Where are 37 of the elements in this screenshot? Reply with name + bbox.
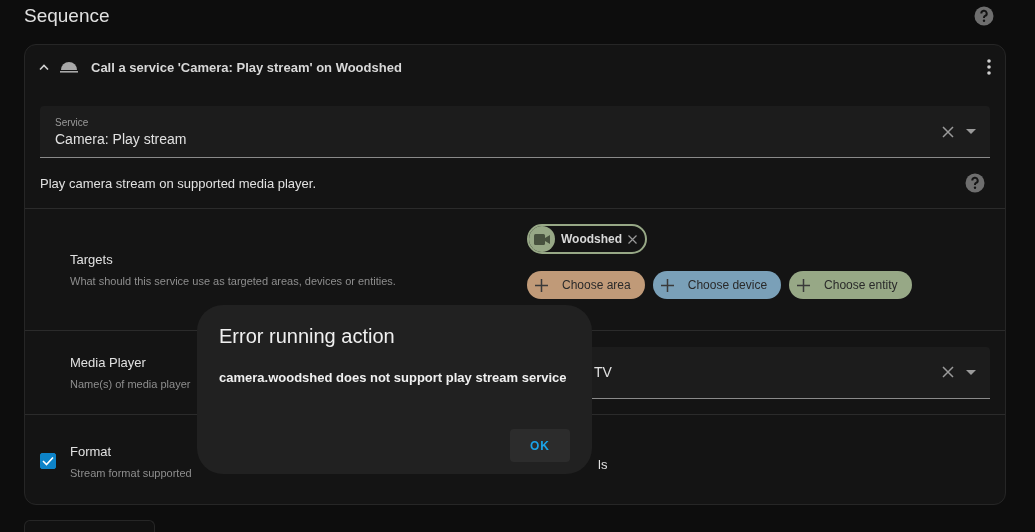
field-description: Name(s) of media player	[70, 378, 191, 390]
service-description: Play camera stream on supported media player.	[40, 175, 317, 191]
field-label: Format	[70, 443, 113, 459]
dropdown-caret-icon[interactable]	[966, 369, 976, 375]
dialog-title: Error running action	[219, 324, 395, 349]
field-label: Service	[55, 116, 90, 128]
chip-label: Woodshed	[561, 232, 623, 246]
field-label: Targets	[70, 252, 114, 267]
service-field[interactable]: Service Camera: Play stream	[40, 106, 990, 158]
dropdown-caret-icon[interactable]	[966, 129, 976, 134]
field-description: Stream format supported	[70, 466, 192, 479]
plus-icon	[535, 278, 548, 292]
section-title: Sequence	[24, 5, 110, 27]
field-description: What should this service use as targeted areas, devices or entities.	[70, 275, 396, 287]
action-title: Call a service 'Camera: Play stream' on Woodshed	[91, 59, 403, 75]
field-label: Media Player	[70, 355, 147, 370]
help-icon[interactable]	[974, 6, 994, 26]
clear-icon[interactable]	[942, 125, 954, 138]
more-options-icon[interactable]	[987, 59, 991, 75]
plus-icon	[660, 278, 674, 292]
help-icon[interactable]	[965, 173, 985, 193]
bell-icon	[59, 61, 79, 73]
picker-chip[interactable]: Choose device	[652, 271, 782, 299]
ok-button[interactable]: OK	[510, 429, 570, 462]
remove-icon[interactable]	[628, 234, 638, 244]
checkbox[interactable]	[40, 453, 56, 469]
field-value: TV	[594, 364, 612, 380]
picker-chip[interactable]: Choose area	[527, 271, 645, 299]
clear-icon[interactable]	[942, 366, 954, 378]
field-value: Camera: Play stream	[55, 130, 188, 147]
chevron-up-icon[interactable]	[39, 64, 49, 70]
plus-icon	[797, 278, 811, 292]
field-value: ls	[597, 456, 608, 472]
video-camera-icon	[534, 233, 550, 245]
dialog-message: camera.woodshed does not support play stream service	[219, 370, 567, 385]
target-chip[interactable]: Woodshed	[527, 224, 648, 254]
picker-chip[interactable]: Choose entity	[789, 271, 912, 299]
